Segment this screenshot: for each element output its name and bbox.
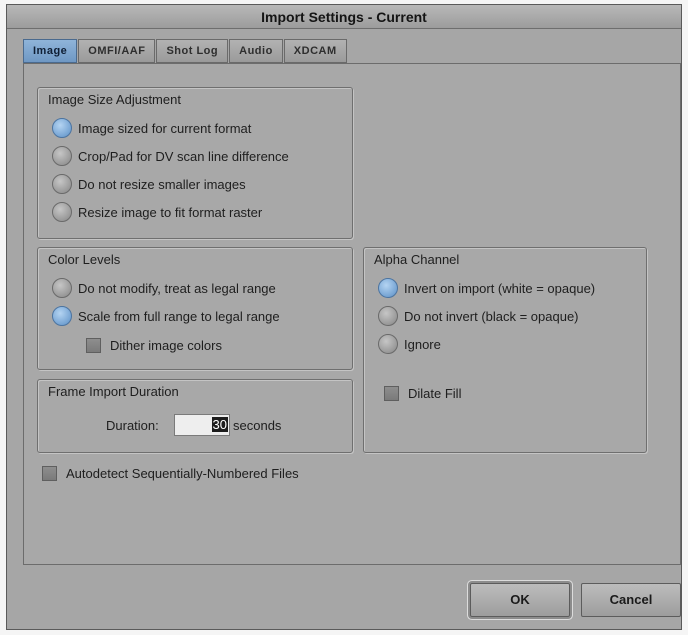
dither-image-colors-checkbox[interactable]: Dither image colors: [86, 338, 222, 353]
duration-label: Duration:: [106, 418, 159, 433]
scale-full-range-option[interactable]: Scale from full range to legal range: [52, 306, 280, 326]
tab-bar: Image OMFI/AAF Shot Log Audio XDCAM: [23, 39, 348, 63]
tab-audio[interactable]: Audio: [229, 39, 283, 63]
frame-import-duration-group: Frame Import Duration Duration: 30 secon…: [37, 379, 353, 453]
radio-unselected[interactable]: [52, 278, 72, 298]
do-not-modify-option[interactable]: Do not modify, treat as legal range: [52, 278, 276, 298]
radio-selected[interactable]: [52, 118, 72, 138]
radio-unselected[interactable]: [52, 174, 72, 194]
color-levels-group: Color Levels Do not modify, treat as leg…: [37, 247, 353, 370]
option-label: Ignore: [404, 336, 441, 352]
option-label: Invert on import (white = opaque): [404, 280, 596, 296]
checkbox-label: Dither image colors: [110, 338, 222, 353]
radio-unselected[interactable]: [52, 146, 72, 166]
autodetect-sequential-files-checkbox[interactable]: Autodetect Sequentially-Numbered Files: [42, 466, 299, 481]
invert-on-import-option[interactable]: Invert on import (white = opaque): [378, 278, 595, 298]
duration-value: 30: [211, 417, 228, 432]
option-label: Scale from full range to legal range: [78, 308, 280, 324]
dilate-fill-checkbox[interactable]: Dilate Fill: [384, 386, 461, 401]
radio-unselected[interactable]: [378, 334, 398, 354]
tab-xdcam[interactable]: XDCAM: [283, 39, 347, 63]
tab-omfi-aaf[interactable]: OMFI/AAF: [78, 39, 156, 63]
option-label: Do not resize smaller images: [78, 176, 246, 192]
tab-shot-log[interactable]: Shot Log: [156, 39, 229, 63]
ignore-option[interactable]: Ignore: [378, 334, 441, 354]
image-sized-current-format-option[interactable]: Image sized for current format: [52, 118, 251, 138]
checkbox[interactable]: [42, 466, 57, 481]
image-size-title: Image Size Adjustment: [48, 92, 181, 107]
ok-button[interactable]: OK: [470, 583, 570, 617]
checkbox-label: Dilate Fill: [408, 386, 462, 401]
radio-selected[interactable]: [52, 306, 72, 326]
image-size-group: Image Size Adjustment Image sized for cu…: [37, 87, 353, 239]
image-settings-panel: Image Size Adjustment Image sized for cu…: [23, 63, 681, 565]
crop-pad-dv-option[interactable]: Crop/Pad for DV scan line difference: [52, 146, 289, 166]
alpha-channel-title: Alpha Channel: [374, 252, 460, 267]
option-label: Do not modify, treat as legal range: [78, 280, 276, 296]
option-label: Do not invert (black = opaque): [404, 308, 579, 324]
color-levels-title: Color Levels: [48, 252, 121, 267]
import-settings-dialog: Import Settings - Current Image OMFI/AAF…: [6, 4, 682, 630]
radio-unselected[interactable]: [52, 202, 72, 222]
radio-unselected[interactable]: [378, 306, 398, 326]
do-not-invert-option[interactable]: Do not invert (black = opaque): [378, 306, 579, 326]
option-label: Resize image to fit format raster: [78, 204, 263, 220]
do-not-resize-option[interactable]: Do not resize smaller images: [52, 174, 246, 194]
option-label: Image sized for current format: [78, 120, 252, 136]
cancel-button[interactable]: Cancel: [581, 583, 681, 617]
checkbox[interactable]: [86, 338, 101, 353]
alpha-channel-group: Alpha Channel Invert on import (white = …: [363, 247, 647, 453]
radio-selected[interactable]: [378, 278, 398, 298]
resize-to-fit-option[interactable]: Resize image to fit format raster: [52, 202, 262, 222]
checkbox[interactable]: [384, 386, 399, 401]
option-label: Crop/Pad for DV scan line difference: [78, 148, 289, 164]
frame-import-title: Frame Import Duration: [48, 384, 179, 399]
dialog-title: Import Settings - Current: [7, 5, 681, 29]
tab-image[interactable]: Image: [23, 39, 78, 63]
seconds-label: seconds: [233, 418, 282, 433]
checkbox-label: Autodetect Sequentially-Numbered Files: [66, 466, 299, 481]
duration-input[interactable]: 30: [174, 414, 230, 436]
